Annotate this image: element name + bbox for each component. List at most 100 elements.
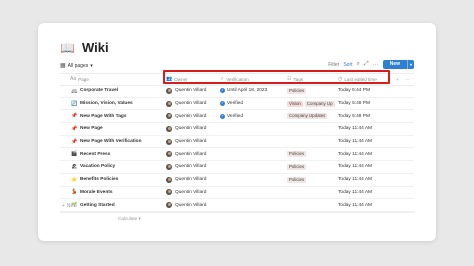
- table-row[interactable]: ⭐ Benefits Policies Quentin Villard Poli…: [60, 174, 414, 187]
- page-cell[interactable]: 💃 Morale Events: [71, 187, 113, 199]
- avatar: [166, 176, 172, 183]
- page-cell[interactable]: 📌 New Page: [71, 123, 103, 135]
- tags-cell[interactable]: Policies: [287, 174, 307, 186]
- table-row[interactable]: 📌 New Page Quentin Villard Today 11:44 A…: [60, 123, 414, 136]
- page-name: New Page With Verification: [80, 139, 142, 145]
- last-edited-cell: Today 11:44 AM: [338, 177, 373, 183]
- table-row[interactable]: 📌 New Page With Tags Quentin Villard ✓ V…: [60, 110, 414, 124]
- owner-name: Quentin Villard: [175, 151, 207, 157]
- chevron-down-icon: ▾: [90, 62, 93, 69]
- owner-cell[interactable]: Quentin Villard: [166, 161, 206, 173]
- verification-value: Verified: [227, 113, 243, 119]
- owner-name: Quentin Villard: [175, 202, 207, 208]
- column-header-page[interactable]: Aa Page: [70, 74, 89, 85]
- page-emoji-icon: 📌: [71, 113, 78, 120]
- verification-cell[interactable]: ✓ Verified: [220, 110, 243, 122]
- tags-cell[interactable]: Policies: [287, 148, 307, 160]
- table-row[interactable]: 🔄 Mission, Vision, Values Quentin Villar…: [60, 98, 414, 111]
- toolbar: Filter Sort ⌕ ⤢ ··· New ▾: [328, 60, 414, 69]
- page-cell[interactable]: 📌 New Page With Verification: [71, 136, 142, 148]
- page-cell[interactable]: 🔄 Mission, Vision, Values: [71, 98, 133, 110]
- last-edited-cell: Today 11:44 AM: [338, 139, 373, 145]
- sort-button[interactable]: Sort: [343, 62, 352, 68]
- tags-cell[interactable]: Vision Company Up: [287, 98, 335, 110]
- avatar: [166, 125, 172, 132]
- owner-name: Quentin Villard: [175, 139, 207, 145]
- page-name: Morale Events: [80, 189, 113, 195]
- owner-cell[interactable]: Quentin Villard: [166, 110, 206, 122]
- avatar: [166, 100, 172, 107]
- page-name: New Page With Tags: [80, 113, 127, 119]
- last-edited-cell: Today 11:44 AM: [338, 151, 373, 157]
- table-row[interactable]: 🚐 Corporate Travel Quentin Villard ✓ Unt…: [60, 85, 414, 98]
- page-emoji-icon: 🎬: [71, 151, 78, 158]
- owner-cell[interactable]: Quentin Villard: [166, 98, 206, 110]
- avatar: [166, 87, 172, 94]
- page-cell[interactable]: ⭐ Benefits Policies: [71, 174, 118, 186]
- new-row-button[interactable]: + New: [62, 203, 77, 209]
- page-cell[interactable]: 📌 New Page With Tags: [71, 110, 127, 122]
- search-icon[interactable]: ⌕: [357, 61, 360, 68]
- text-type-icon: Aa: [70, 76, 77, 82]
- last-edited-cell: Today 5:44 PM: [338, 88, 370, 94]
- column-more-icon[interactable]: ···: [405, 74, 410, 85]
- book-icon: 📖: [60, 40, 75, 55]
- page-name: Mission, Vision, Values: [80, 101, 133, 107]
- tags-cell[interactable]: Policies: [287, 85, 307, 97]
- calculate-button[interactable]: Calculate ▾: [118, 216, 141, 222]
- verification-cell[interactable]: ✓ Until April 18, 2023: [220, 85, 267, 97]
- page-cell[interactable]: 🚐 Corporate Travel: [71, 85, 118, 97]
- owner-cell[interactable]: Quentin Villard: [166, 174, 206, 186]
- tags-cell[interactable]: Policies: [287, 161, 307, 173]
- page-cell[interactable]: 🏖 Vacation Policy: [71, 161, 115, 173]
- verification-cell[interactable]: ✓ Verified: [220, 98, 243, 110]
- owner-cell[interactable]: Quentin Villard: [166, 123, 206, 135]
- table-row[interactable]: 🌱 Getting Started Quentin Villard Today …: [60, 199, 414, 212]
- table-row[interactable]: 🎬 Recent Press Quentin Villard Policies …: [60, 148, 414, 162]
- more-icon[interactable]: ···: [373, 62, 379, 68]
- owner-name: Quentin Villard: [175, 177, 207, 183]
- verification-value: Verified: [227, 101, 243, 107]
- new-button[interactable]: New ▾: [382, 60, 414, 69]
- avatar: [166, 151, 172, 158]
- last-edited-cell: Today 11:44 AM: [338, 126, 373, 132]
- table-row[interactable]: 🏖 Vacation Policy Quentin Villard Polici…: [60, 161, 414, 174]
- page-cell[interactable]: 🌱 Getting Started: [71, 199, 115, 211]
- new-row-label: New: [66, 203, 77, 209]
- page-name: Benefits Policies: [80, 177, 119, 183]
- view-selector[interactable]: ▦ All pages ▾: [60, 62, 93, 70]
- verified-badge-icon: ✓: [220, 88, 225, 94]
- page-name: Vacation Policy: [80, 164, 116, 170]
- new-dropdown-icon[interactable]: ▾: [406, 60, 414, 69]
- last-edited-cell: Today 5:48 PM: [338, 101, 370, 107]
- tag: Company Up: [304, 100, 335, 107]
- add-column-icon[interactable]: +: [396, 74, 399, 85]
- plus-icon: +: [62, 203, 65, 209]
- owner-cell[interactable]: Quentin Villard: [166, 85, 206, 97]
- table-row[interactable]: 💃 Morale Events Quentin Villard Today 11…: [60, 187, 414, 200]
- owner-cell[interactable]: Quentin Villard: [166, 148, 206, 160]
- expand-icon[interactable]: ⤢: [364, 61, 369, 68]
- last-edited-cell: Today 11:44 AM: [338, 202, 373, 208]
- page-name: Corporate Travel: [80, 88, 119, 94]
- verified-badge-icon: ✓: [220, 101, 225, 107]
- owner-cell[interactable]: Quentin Villard: [166, 136, 206, 148]
- page-header: 📖 Wiki: [60, 40, 109, 55]
- filter-button[interactable]: Filter: [328, 62, 339, 68]
- tag: Company Updates: [287, 113, 328, 120]
- page-cell[interactable]: 🎬 Recent Press: [71, 148, 110, 160]
- avatar: [166, 163, 172, 170]
- last-edited-cell: Today 11:44 AM: [338, 189, 373, 195]
- owner-cell[interactable]: Quentin Villard: [166, 187, 206, 199]
- verified-badge-icon: ✓: [220, 113, 225, 119]
- tag: Policies: [287, 163, 307, 170]
- owner-name: Quentin Villard: [175, 113, 207, 119]
- owner-cell[interactable]: Quentin Villard: [166, 199, 206, 211]
- owner-name: Quentin Villard: [175, 88, 207, 94]
- tags-cell[interactable]: Company Updates: [287, 110, 328, 122]
- page-title[interactable]: Wiki: [82, 40, 109, 55]
- table-row[interactable]: 📌 New Page With Verification Quentin Vil…: [60, 136, 414, 149]
- page-name: New Page: [80, 126, 103, 132]
- avatar: [166, 202, 172, 209]
- owner-name: Quentin Villard: [175, 189, 207, 195]
